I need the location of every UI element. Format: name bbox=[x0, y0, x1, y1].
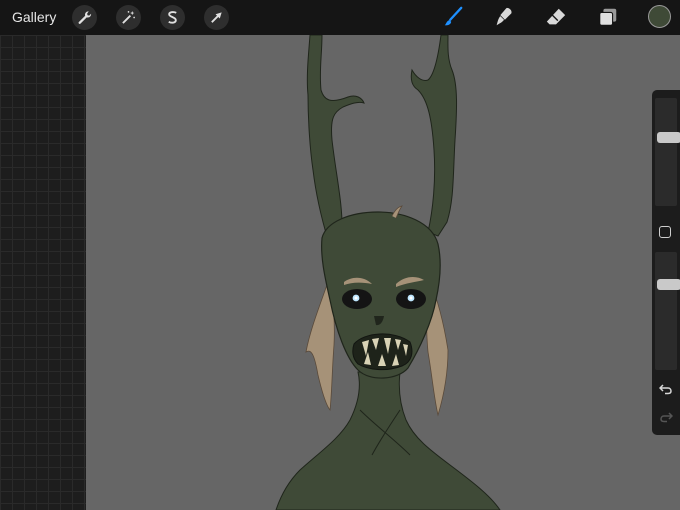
wrench-icon bbox=[78, 11, 92, 24]
neck-body bbox=[275, 371, 501, 510]
right-antler bbox=[410, 35, 458, 237]
undo-button[interactable] bbox=[658, 381, 674, 397]
brush-tool-button[interactable] bbox=[440, 4, 466, 30]
brush-size-slider[interactable] bbox=[655, 98, 680, 206]
transform-button[interactable] bbox=[204, 5, 229, 30]
artwork bbox=[275, 35, 501, 510]
smudge-tool-button[interactable] bbox=[491, 4, 517, 30]
selection-button[interactable] bbox=[160, 5, 185, 30]
reference-grid-area bbox=[0, 35, 86, 510]
modify-square-icon[interactable] bbox=[659, 226, 671, 238]
selection-s-icon bbox=[168, 11, 177, 24]
layers-button[interactable] bbox=[595, 4, 621, 30]
drawing-canvas[interactable] bbox=[86, 35, 680, 510]
actions-button[interactable] bbox=[72, 5, 97, 30]
opacity-slider[interactable] bbox=[655, 252, 680, 370]
arrow-transform-icon bbox=[211, 12, 222, 23]
undo-icon bbox=[659, 384, 672, 395]
top-toolbar: Gallery bbox=[0, 0, 680, 35]
magic-wand-icon bbox=[122, 10, 135, 24]
brush-icon bbox=[444, 6, 463, 26]
eraser-tool-button[interactable] bbox=[543, 4, 569, 30]
opacity-thumb[interactable] bbox=[657, 279, 680, 290]
left-antler bbox=[306, 35, 365, 241]
layers-icon bbox=[599, 8, 617, 26]
right-sidebar bbox=[652, 90, 680, 435]
adjustments-button[interactable] bbox=[116, 5, 141, 30]
brush-size-thumb[interactable] bbox=[657, 132, 680, 143]
smudge-icon bbox=[496, 7, 512, 26]
redo-icon bbox=[660, 412, 673, 423]
color-swatch[interactable] bbox=[648, 5, 671, 28]
gallery-button[interactable]: Gallery bbox=[12, 9, 56, 25]
eraser-icon bbox=[546, 8, 566, 25]
redo-button[interactable] bbox=[658, 409, 674, 425]
